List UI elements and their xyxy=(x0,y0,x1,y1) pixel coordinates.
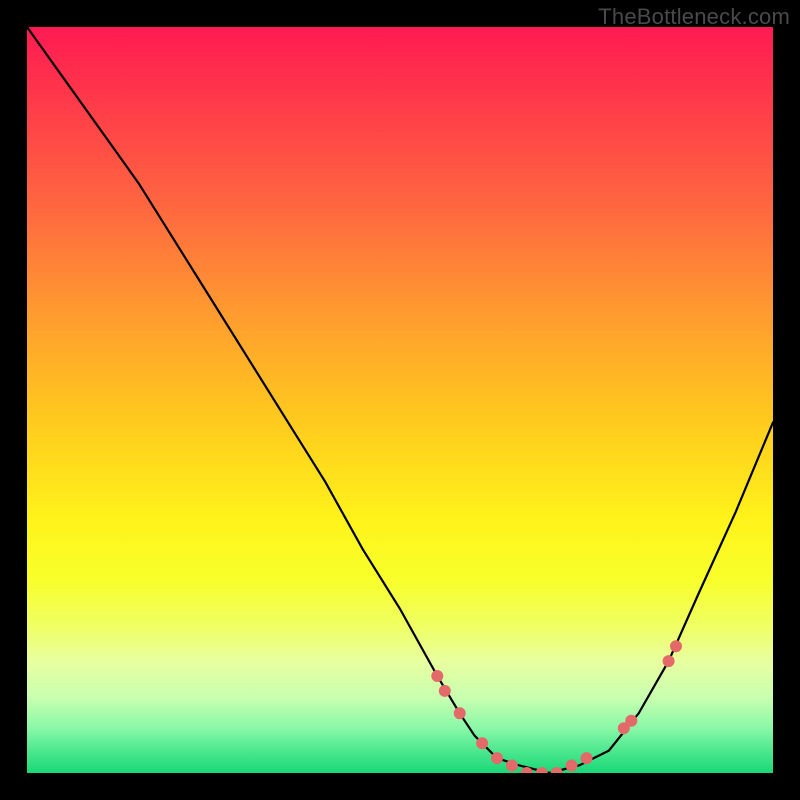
highlight-dot xyxy=(431,670,443,682)
curve-layer xyxy=(27,27,773,773)
highlight-dot xyxy=(566,760,578,772)
highlight-dot xyxy=(476,737,488,749)
bottleneck-curve xyxy=(27,27,773,773)
highlight-dot xyxy=(491,752,503,764)
watermark-text: TheBottleneck.com xyxy=(598,4,790,30)
highlight-dot xyxy=(551,767,563,773)
highlight-dot xyxy=(439,685,451,697)
chart-frame: TheBottleneck.com xyxy=(0,0,800,800)
plot-area xyxy=(27,27,773,773)
highlight-dot xyxy=(454,707,466,719)
highlight-dots xyxy=(431,640,682,773)
highlight-dot xyxy=(581,752,593,764)
highlight-dot xyxy=(663,655,675,667)
highlight-dot xyxy=(670,640,682,652)
highlight-dot xyxy=(536,767,548,773)
highlight-dot xyxy=(625,715,637,727)
highlight-dot xyxy=(506,760,518,772)
